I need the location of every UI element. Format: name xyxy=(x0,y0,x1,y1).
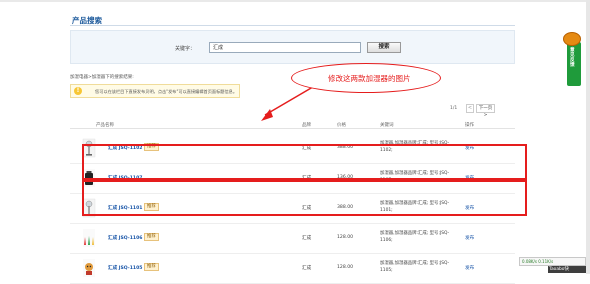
mascot-icon xyxy=(563,32,581,46)
page-count: 1/1 xyxy=(450,106,458,111)
taobao-tag[interactable]: Taoabo快 xyxy=(548,266,586,273)
taobao-tag-text: Taoabo快 xyxy=(549,267,569,272)
price-cell: 128.00 xyxy=(337,235,354,240)
prev-page-button[interactable]: < xyxy=(466,104,474,113)
recommend-badge[interactable]: 推荐 xyxy=(144,263,159,271)
highlight-box-row-3 xyxy=(82,178,527,216)
brand-cell: 汇成 xyxy=(302,266,312,271)
keyword-input[interactable] xyxy=(209,42,361,53)
header-price: 价格 xyxy=(337,123,346,128)
highlight-box-row-1 xyxy=(82,144,527,182)
product-search-panel: 产品搜索 关键字： 搜索 加湿电器>加湿器下的搜索结果: ! 您可以在该栏目下直… xyxy=(70,8,515,284)
brand-cell: 汇成 xyxy=(302,236,312,241)
feedback-widget[interactable]: 意见反馈 xyxy=(563,32,581,86)
product-name-link[interactable]: 汇成 JSQ-1106 xyxy=(108,235,143,241)
product-thumbnail[interactable] xyxy=(82,228,96,248)
tip-bar: ! 您可以在该栏目下直接发布贝明，点击"发布"可以直接编辑首页面标题信息。 xyxy=(70,84,240,98)
product-thumbnail[interactable] xyxy=(82,258,96,278)
lightbulb-icon: ! xyxy=(74,87,82,95)
keyword-label: 关键字： xyxy=(175,46,196,52)
result-description: 加湿电器>加湿器下的搜索结果: xyxy=(70,75,134,80)
table-row: 汇成 JSQ-1105 推荐 汇成 128.00 加湿器,加湿器品牌:汇成; 型号:JS… xyxy=(70,254,515,284)
table-row: 汇成 JSQ-1106 推荐 汇成 128.00 加湿器,加湿器品牌:汇成; 型号:JS… xyxy=(70,224,515,254)
next-page-button[interactable]: 下一页> xyxy=(476,104,495,118)
window-edge xyxy=(586,0,590,274)
product-name-link[interactable]: 汇成 JSQ-1105 xyxy=(108,265,143,271)
recommend-badge[interactable]: 推荐 xyxy=(144,233,159,241)
keywords-cell: 加湿器,加湿器品牌:汇成; 型号:JSQ-1106; xyxy=(380,231,450,243)
price-cell: 128.00 xyxy=(337,265,354,270)
title-divider xyxy=(70,25,515,26)
publish-link[interactable]: 发布 xyxy=(465,265,474,271)
annotation-text: 修改这两款加湿器的图片 xyxy=(328,74,411,83)
header-brand: 品牌 xyxy=(302,123,311,128)
header-action: 操作 xyxy=(465,123,474,128)
tip-text: 您可以在该栏目下直接发布贝明，点击"发布"可以直接编辑首页面标题信息。 xyxy=(95,89,238,94)
feedback-text: 意见反馈 xyxy=(570,48,575,68)
top-border xyxy=(0,0,590,2)
search-bar: 关键字： 搜索 xyxy=(70,30,515,64)
header-product-name: 产品名称 xyxy=(96,123,114,128)
keywords-cell: 加湿器,加湿器品牌:汇成; 型号:JSQ-1105; xyxy=(380,261,450,273)
network-speed-text: 0.08K/s 0.11K/s xyxy=(522,259,554,264)
publish-link[interactable]: 发布 xyxy=(465,235,474,241)
table-header: 产品名称 品牌 价格 关键词 操作 xyxy=(70,120,515,129)
network-speed-widget: 0.08K/s 0.11K/s xyxy=(519,257,586,266)
search-button[interactable]: 搜索 xyxy=(367,42,401,53)
header-keywords: 关键词 xyxy=(380,123,394,128)
